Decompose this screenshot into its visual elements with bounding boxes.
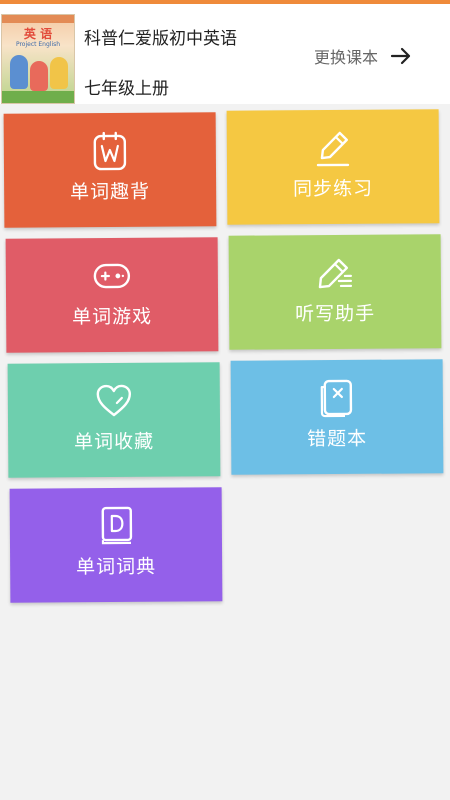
tile-sync-practice[interactable]: 同步练习 xyxy=(226,109,440,225)
tile-dictation-helper[interactable]: 听写助手 xyxy=(228,234,442,350)
header: 英 语 Project English 科普仁爱版初中英语 七年级上册 更换课本 xyxy=(0,4,450,104)
book-cover-image[interactable]: 英 语 Project English xyxy=(1,14,75,104)
change-book-label: 更换课本 xyxy=(314,48,379,67)
tile-label: 单词收藏 xyxy=(74,430,155,454)
pencil-icon xyxy=(227,127,439,168)
gamepad-icon xyxy=(6,255,218,296)
book-grade: 七年级上册 xyxy=(84,79,169,99)
tile-label: 单词词典 xyxy=(76,555,157,579)
tile-label: 听写助手 xyxy=(295,302,376,326)
tile-word-favorites[interactable]: 单词收藏 xyxy=(7,362,221,478)
cover-title: 英 语 xyxy=(23,27,53,41)
tile-word-memorize[interactable]: 单词趣背 xyxy=(3,112,217,228)
dictation-pen-icon xyxy=(229,252,441,293)
heart-icon xyxy=(8,380,220,421)
word-card-icon xyxy=(4,130,216,171)
tile-mistake-book[interactable]: 错题本 xyxy=(230,359,444,475)
book-title: 科普仁爱版初中英语 xyxy=(84,29,237,49)
tile-label: 错题本 xyxy=(307,427,368,451)
dictionary-icon xyxy=(10,505,222,546)
tile-word-game[interactable]: 单词游戏 xyxy=(5,237,219,353)
tile-label: 单词趣背 xyxy=(70,180,151,204)
cover-subtitle: Project English xyxy=(15,41,61,48)
change-book-button[interactable]: 更换课本 xyxy=(314,42,412,70)
tile-label: 同步练习 xyxy=(293,177,374,201)
mistake-book-icon xyxy=(231,377,443,418)
tile-label: 单词游戏 xyxy=(72,305,153,329)
tile-word-dictionary[interactable]: 单词词典 xyxy=(9,487,223,603)
arrow-right-icon xyxy=(390,46,412,66)
